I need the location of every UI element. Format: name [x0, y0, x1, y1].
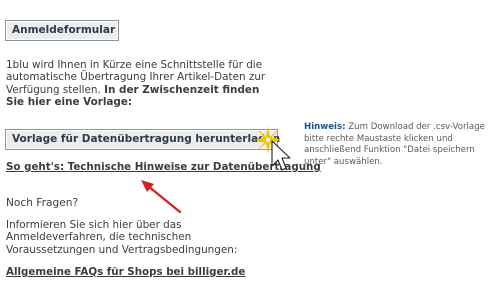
pointer-cursor-icon: [271, 140, 291, 171]
annotation-overlay: [141, 126, 291, 214]
red-arrow-icon: [141, 180, 182, 214]
